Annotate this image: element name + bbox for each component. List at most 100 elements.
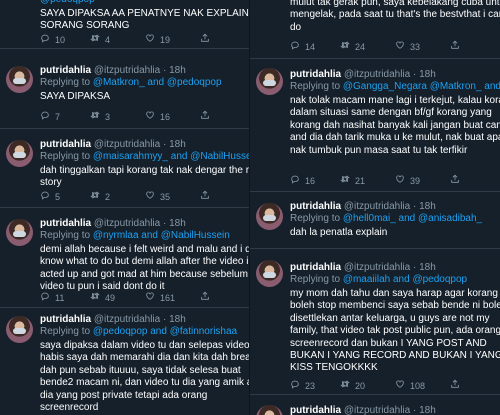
like-button[interactable]: 108 xyxy=(395,379,425,392)
share-button[interactable] xyxy=(450,379,460,392)
separator-dot: · xyxy=(410,201,420,212)
username[interactable]: @itzputridahlia xyxy=(94,65,160,76)
display-name[interactable]: putridahlia xyxy=(290,201,341,212)
retweet-button[interactable]: 21 xyxy=(340,174,365,187)
mention-link[interactable]: @maaiilah and @pedoqpop xyxy=(343,274,467,285)
like-button[interactable]: 35 xyxy=(145,190,170,203)
avatar[interactable] xyxy=(6,140,33,167)
tweet-text: saya dipaksa dalam video tu dan selepas … xyxy=(40,340,250,414)
replying-to: Replying to @maaiilah and @pedoqpop xyxy=(290,274,496,286)
retweet-count: 49 xyxy=(105,292,116,303)
like-button[interactable]: 16 xyxy=(145,110,170,123)
mention-link[interactable]: @pedoqpop xyxy=(40,0,95,5)
tweet[interactable]: mulut tak gerak pun, saya kebelakang cub… xyxy=(250,0,500,59)
like-button[interactable]: 39 xyxy=(395,174,420,187)
avatar[interactable] xyxy=(256,405,283,415)
reply-button[interactable]: 16 xyxy=(290,174,315,187)
avatar[interactable] xyxy=(256,260,283,287)
username[interactable]: @itzputridahlia xyxy=(94,139,160,150)
display-name[interactable]: putridahlia xyxy=(290,405,341,415)
timestamp[interactable]: 18h xyxy=(419,69,436,80)
retweet-button[interactable]: 4 xyxy=(90,33,110,46)
display-name[interactable]: putridahlia xyxy=(40,218,91,229)
timestamp[interactable]: 18h xyxy=(169,139,186,150)
reply-button[interactable]: 11 xyxy=(40,291,64,304)
mention-link[interactable]: @Gangga_Negara @Matkron_ and @pedoqpop xyxy=(343,81,500,92)
share-button[interactable] xyxy=(200,110,210,123)
tweet-text-line: demi allah because i felt weird and malu… xyxy=(40,244,250,255)
mention-link[interactable]: @maisarahmyy_ and @NabilHussein xyxy=(93,151,250,162)
avatar[interactable] xyxy=(256,68,283,95)
reply-count: 10 xyxy=(55,34,66,45)
timestamp[interactable]: 18h xyxy=(169,218,186,229)
retweet-icon xyxy=(90,291,100,304)
timestamp[interactable]: 18h xyxy=(169,65,186,76)
avatar[interactable] xyxy=(6,219,33,246)
retweet-button[interactable]: 2 xyxy=(90,190,110,203)
display-name[interactable]: putridahlia xyxy=(290,262,341,273)
username[interactable]: @itzputridahlia xyxy=(344,201,410,212)
mention-link[interactable]: @Matkron_ and @pedoqpop xyxy=(93,77,222,88)
username[interactable]: @itzputridahlia xyxy=(344,405,410,415)
share-icon xyxy=(450,174,460,187)
share-button[interactable] xyxy=(450,174,460,187)
display-name[interactable]: putridahlia xyxy=(40,139,91,150)
timestamp[interactable]: 18h xyxy=(419,201,436,212)
separator-dot: · xyxy=(160,218,170,229)
replying-to-label: Replying to xyxy=(290,274,343,285)
display-name[interactable]: putridahlia xyxy=(40,65,91,76)
like-button[interactable]: 33 xyxy=(395,40,420,53)
avatar[interactable] xyxy=(256,203,283,230)
username[interactable]: @itzputridahlia xyxy=(94,218,160,229)
tweet[interactable]: putridahlia @itzputridahlia · 18h Replyin… xyxy=(0,55,250,129)
retweet-button[interactable]: 49 xyxy=(90,291,115,304)
like-button[interactable]: 161 xyxy=(145,291,175,304)
timestamp[interactable]: 18h xyxy=(169,314,186,325)
retweet-count: 4 xyxy=(105,34,111,45)
tweet[interactable]: putridahlia @itzputridahlia · 18h Replyin… xyxy=(0,129,250,208)
tweet-text: my mom dah tahu dan saya harap agar kora… xyxy=(290,288,500,375)
tweet[interactable]: putridahlia @itzputridahlia · 18h Replyin… xyxy=(250,192,500,249)
avatar[interactable] xyxy=(6,66,33,93)
timestamp[interactable]: 18h xyxy=(419,262,436,273)
replying-to-label: Replying to xyxy=(40,230,93,241)
share-button[interactable] xyxy=(200,33,210,46)
tweet[interactable]: @pedoqpop SAYA DIPAKSA AA PENATNYE NAK EX… xyxy=(0,0,250,49)
mention-link[interactable]: @pedoqpop and @fatinnorishaa xyxy=(93,326,237,337)
reply-button[interactable]: 23 xyxy=(290,379,315,392)
display-name[interactable]: putridahlia xyxy=(290,69,341,80)
reply-button[interactable]: 7 xyxy=(40,110,60,123)
timestamp[interactable]: 18h xyxy=(419,405,436,415)
display-name[interactable]: putridahlia xyxy=(40,314,91,325)
share-icon xyxy=(200,291,210,304)
tweet[interactable]: putridahlia @itzputridahlia · 18h Replyin… xyxy=(0,308,250,415)
tweet-text-line: boleh stop membenci saya sebab bende ni … xyxy=(290,300,500,312)
tweet-text-line: SAYA DIPAKSA xyxy=(40,91,111,102)
username[interactable]: @itzputridahlia xyxy=(344,69,410,80)
reply-button[interactable]: 14 xyxy=(290,40,315,53)
share-button[interactable] xyxy=(450,40,460,53)
like-button[interactable]: 19 xyxy=(145,33,170,46)
share-button[interactable] xyxy=(200,190,210,203)
reply-count: 16 xyxy=(305,175,316,186)
retweet-button[interactable]: 3 xyxy=(90,110,110,123)
like-count: 35 xyxy=(160,191,171,202)
tweet[interactable]: putridahlia @itzputridahlia · 18h Replyin… xyxy=(250,249,500,395)
retweet-button[interactable]: 24 xyxy=(340,40,365,53)
reply-button[interactable]: 10 xyxy=(40,33,65,46)
retweet-button[interactable]: 20 xyxy=(340,379,365,392)
share-icon xyxy=(450,40,460,53)
replying-to: Replying to @nyrmlaa and @NabilHussein xyxy=(40,230,246,242)
share-icon xyxy=(200,33,210,46)
avatar[interactable] xyxy=(6,316,33,343)
reply-button[interactable]: 5 xyxy=(40,190,60,203)
mention-link[interactable]: @nyrmlaa and @NabilHussein xyxy=(93,230,230,241)
share-button[interactable] xyxy=(200,291,210,304)
tweet[interactable]: putridahlia @itzputridahlia · 18h Replyin… xyxy=(250,59,500,192)
like-icon xyxy=(145,291,155,304)
mention-link[interactable]: @hell0mai_ and @anisadibah_ xyxy=(343,213,482,224)
tweet[interactable]: putridahlia @itzputridahlia · 18h xyxy=(250,395,500,415)
tweet[interactable]: putridahlia @itzputridahlia · 18h Replyin… xyxy=(0,208,250,308)
username[interactable]: @itzputridahlia xyxy=(344,262,410,273)
username[interactable]: @itzputridahlia xyxy=(94,314,160,325)
